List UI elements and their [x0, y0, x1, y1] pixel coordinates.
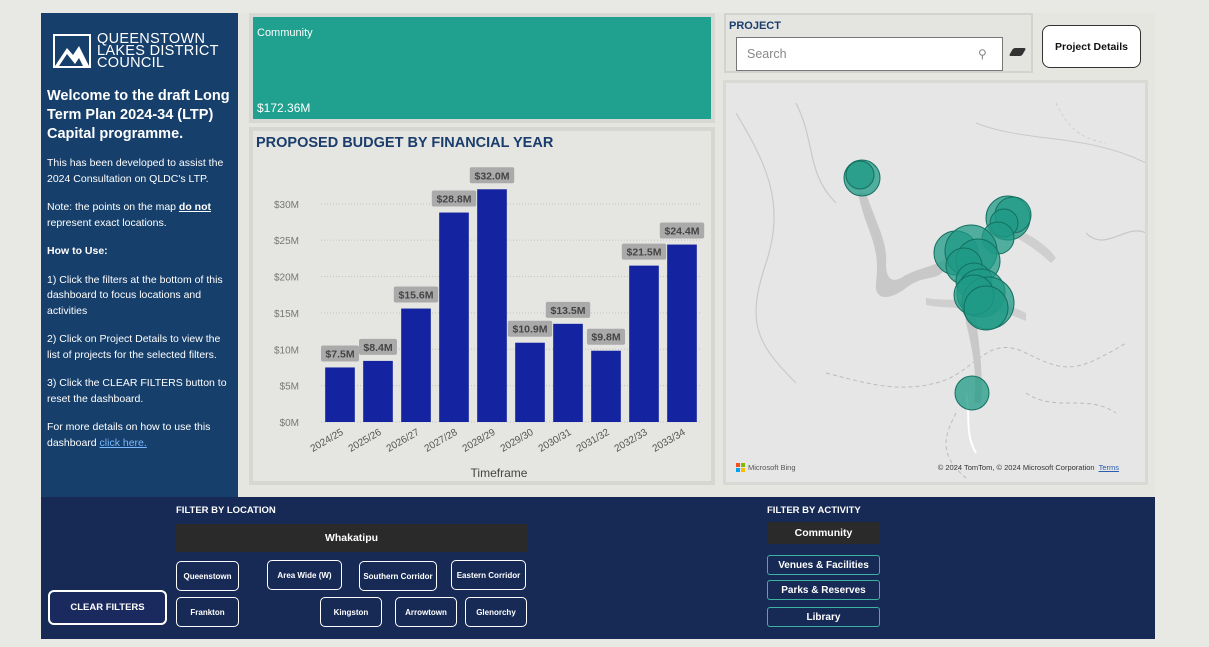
map-canvas[interactable] — [726, 83, 1148, 485]
data-label: $24.4M — [664, 226, 699, 238]
y-tick-label: $0M — [280, 418, 299, 429]
location-filter-kingston[interactable]: Kingston — [320, 597, 382, 627]
map-road — [1085, 230, 1145, 241]
project-markers[interactable] — [843, 159, 1032, 411]
location-filter-southern-corridor[interactable]: Southern Corridor — [359, 561, 437, 591]
map-border — [1055, 102, 1107, 144]
data-label: $13.5M — [550, 305, 585, 317]
map-road — [735, 112, 797, 384]
project-map[interactable]: Microsoft Bing © 2024 TomTom, © 2024 Mic… — [723, 80, 1148, 485]
y-tick-label: $5M — [280, 382, 299, 393]
budget-bar — [401, 308, 431, 422]
data-label: $7.5M — [325, 348, 354, 360]
budget-bar — [477, 189, 507, 422]
location-filter-frankton[interactable]: Frankton — [176, 597, 239, 627]
budget-bar — [553, 323, 583, 422]
data-label: $9.8M — [591, 332, 620, 344]
eraser-icon[interactable] — [1008, 48, 1027, 56]
more-details-text: For more details on how to use this dash… — [47, 421, 211, 449]
qldc-logo: QUEENSTOWN LAKES DISTRICT COUNCIL — [53, 32, 232, 70]
budget-bar — [629, 265, 659, 422]
budget-bar — [591, 350, 621, 422]
map-road — [795, 102, 837, 204]
project-details-button[interactable]: Project Details — [1042, 25, 1141, 68]
y-tick-label: $15M — [274, 309, 299, 320]
how-to-use-heading: How to Use: — [47, 245, 108, 257]
x-tick-label: 2025/26 — [347, 427, 384, 455]
clear-filters-button[interactable]: CLEAR FILTERS — [48, 590, 167, 625]
budget-bar-chart: $0M $5M $10M $15M $20M $25M $30M $7.5M 2024/25 $8… — [274, 167, 705, 480]
data-label: $15.6M — [398, 290, 433, 302]
data-label: $28.8M — [436, 194, 471, 206]
community-value: $172.36M — [257, 101, 311, 115]
x-axis-label: Timeframe — [471, 466, 528, 480]
community-total-card[interactable]: Community $172.36M — [249, 13, 715, 123]
x-tick-label: 2027/28 — [423, 427, 460, 455]
community-tile[interactable]: Community $172.36M — [253, 17, 711, 119]
search-placeholder: Search — [747, 47, 787, 61]
map-road — [975, 122, 1145, 164]
x-tick-label: 2030/31 — [537, 427, 574, 455]
data-label: $21.5M — [626, 247, 661, 259]
search-icon[interactable]: ⚲ — [978, 47, 1002, 61]
microsoft-logo-icon — [736, 463, 745, 472]
location-filter-queenstown[interactable]: Queenstown — [176, 561, 239, 591]
budget-bar — [667, 244, 697, 422]
intro-text: This has been developed to assist the 20… — [47, 157, 224, 185]
activity-filter-community[interactable]: Community — [767, 522, 880, 544]
note-text: Note: the points on the map do not repre… — [47, 201, 211, 229]
activity-filter-title: FILTER BY ACTIVITY — [767, 505, 861, 516]
location-filter-glenorchy[interactable]: Glenorchy — [465, 597, 527, 627]
x-tick-label: 2029/30 — [499, 427, 536, 455]
welcome-heading: Welcome to the draft Long Term Plan 2024… — [47, 88, 230, 142]
step-3-text: 3) Click the CLEAR FILTERS button to res… — [47, 377, 227, 405]
data-label: $8.4M — [363, 342, 392, 354]
x-tick-label: 2026/27 — [385, 427, 422, 455]
x-tick-label: 2024/25 — [309, 427, 346, 455]
budget-bar — [515, 342, 545, 422]
data-label: $10.9M — [512, 324, 547, 336]
location-filter-title: FILTER BY LOCATION — [176, 505, 276, 516]
x-tick-label: 2028/29 — [461, 427, 498, 455]
budget-chart-card: PROPOSED BUDGET BY FINANCIAL YEAR $0M $5M… — [249, 127, 715, 485]
step-2-text: 2) Click on Project Details to view the … — [47, 333, 221, 361]
mountain-logo-icon — [53, 34, 91, 68]
y-tick-label: $25M — [274, 236, 299, 247]
map-attribution: © 2024 TomTom, © 2024 Microsoft Corporat… — [937, 463, 1119, 472]
project-search-input[interactable]: Search ⚲ — [736, 37, 1003, 71]
terms-link[interactable]: Terms — [1099, 463, 1119, 472]
location-filter-area-wide[interactable]: Area Wide (W) — [267, 560, 342, 590]
activity-filter-parks[interactable]: Parks & Reserves — [767, 580, 880, 600]
intro-sidebar: QUEENSTOWN LAKES DISTRICT COUNCIL Welcom… — [41, 13, 238, 497]
location-filter-eastern-corridor[interactable]: Eastern Corridor — [451, 560, 526, 590]
budget-bar — [363, 360, 393, 422]
filter-bar: FILTER BY LOCATION Whakatipu Queenstown … — [41, 497, 1155, 639]
bing-attribution: Microsoft Bing — [736, 463, 796, 472]
y-tick-label: $10M — [274, 345, 299, 356]
click-here-link[interactable]: click here. — [100, 437, 147, 449]
step-1-text: 1) Click the filters at the bottom of th… — [47, 273, 223, 317]
community-label: Community — [257, 27, 313, 39]
budget-bar — [325, 367, 355, 422]
activity-filter-library[interactable]: Library — [767, 607, 880, 627]
region-filter-whakatipu[interactable]: Whakatipu — [176, 524, 527, 552]
x-tick-label: 2032/33 — [613, 427, 650, 455]
y-tick-label: $20M — [274, 273, 299, 284]
data-label: $32.0M — [474, 170, 509, 182]
budget-bar — [439, 212, 469, 422]
x-tick-label: 2033/34 — [651, 427, 688, 455]
bing-label: Microsoft Bing — [748, 463, 796, 472]
activity-filter-venues[interactable]: Venues & Facilities — [767, 555, 880, 575]
y-tick-label: $30M — [274, 200, 299, 211]
map-border — [1025, 392, 1117, 414]
project-label: PROJECT — [729, 20, 781, 32]
location-filter-arrowtown[interactable]: Arrowtown — [395, 597, 457, 627]
project-search-panel: PROJECT Search ⚲ — [724, 13, 1033, 73]
x-tick-label: 2031/32 — [575, 427, 612, 455]
